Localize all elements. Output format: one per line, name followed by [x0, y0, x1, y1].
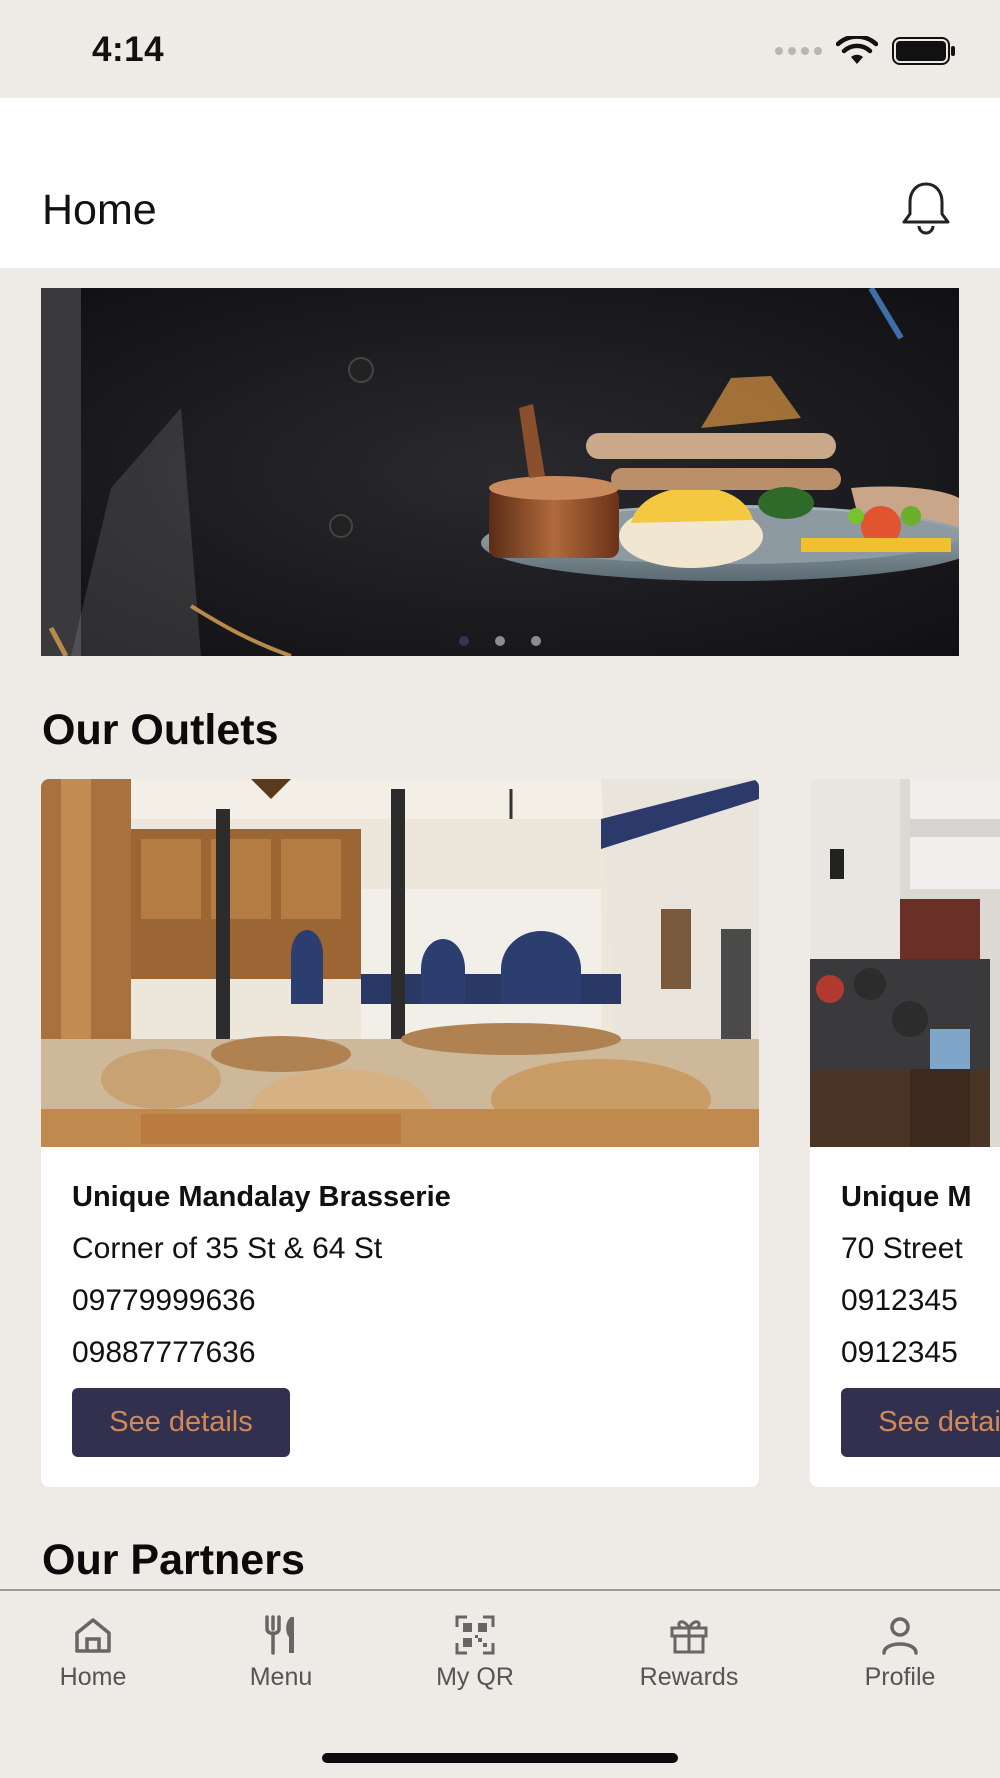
outlets-carousel[interactable]: Unique Mandalay Brasserie Corner of 35 S…: [41, 779, 1000, 1487]
status-bar: 4:14: [0, 0, 1000, 98]
nav-home-label: Home: [59, 1663, 127, 1691]
banner-image: [41, 288, 959, 656]
bottom-navigation: Home Menu My QR Rewards Profile: [0, 1589, 1000, 1778]
carousel-dot-3[interactable]: [531, 636, 541, 646]
app-header: Home: [0, 98, 1000, 268]
nav-menu-label: Menu: [249, 1663, 313, 1691]
wifi-icon: [836, 36, 878, 64]
outlet-photo: [41, 779, 759, 1147]
qr-code-icon: [455, 1615, 495, 1655]
page-title: Home: [42, 186, 157, 234]
outlet-card[interactable]: Unique M 70 Street 0912345 0912345 See d…: [810, 779, 1000, 1487]
see-details-button[interactable]: See details: [72, 1388, 290, 1457]
nav-menu[interactable]: Menu: [206, 1613, 356, 1692]
cellular-signal-icon: [775, 47, 822, 55]
outlet-name: Unique Mandalay Brasserie: [72, 1181, 451, 1213]
outlet-phone-2[interactable]: 09887777636: [72, 1333, 739, 1373]
see-details-button[interactable]: See details: [841, 1388, 1000, 1457]
battery-icon: [892, 37, 955, 65]
carousel-dots[interactable]: [41, 636, 959, 646]
promo-banner[interactable]: [41, 288, 959, 656]
outlet-address: 70 Street: [841, 1232, 963, 1265]
outlet-photo: [810, 779, 1000, 1147]
nav-home[interactable]: Home: [18, 1613, 168, 1692]
fork-knife-icon: [265, 1615, 294, 1655]
home-icon: [75, 1618, 111, 1653]
status-time: 4:14: [92, 30, 165, 69]
outlet-address: Corner of 35 St & 64 St: [72, 1232, 383, 1265]
nav-rewards[interactable]: Rewards: [614, 1613, 764, 1692]
outlet-card[interactable]: Unique Mandalay Brasserie Corner of 35 S…: [41, 779, 759, 1487]
gift-icon: [670, 1620, 708, 1654]
bell-icon[interactable]: [896, 178, 956, 238]
outlets-section-title: Our Outlets: [42, 706, 279, 754]
nav-my-qr[interactable]: My QR: [400, 1613, 550, 1692]
outlet-name: Unique M: [841, 1181, 972, 1213]
carousel-dot-2[interactable]: [495, 636, 505, 646]
partners-section-title: Our Partners: [42, 1536, 305, 1584]
carousel-dot-1[interactable]: [459, 636, 469, 646]
nav-profile[interactable]: Profile: [825, 1613, 975, 1692]
outlet-phone-1[interactable]: 0912345: [841, 1281, 1000, 1321]
outlet-phone-2[interactable]: 0912345: [841, 1333, 1000, 1373]
nav-rewards-label: Rewards: [639, 1663, 739, 1691]
home-indicator[interactable]: [322, 1753, 678, 1763]
nav-profile-label: Profile: [864, 1663, 936, 1691]
person-icon: [882, 1617, 918, 1655]
nav-my-qr-label: My QR: [436, 1663, 514, 1691]
outlet-phone-1[interactable]: 09779999636: [72, 1281, 739, 1321]
status-icons: [775, 36, 956, 66]
